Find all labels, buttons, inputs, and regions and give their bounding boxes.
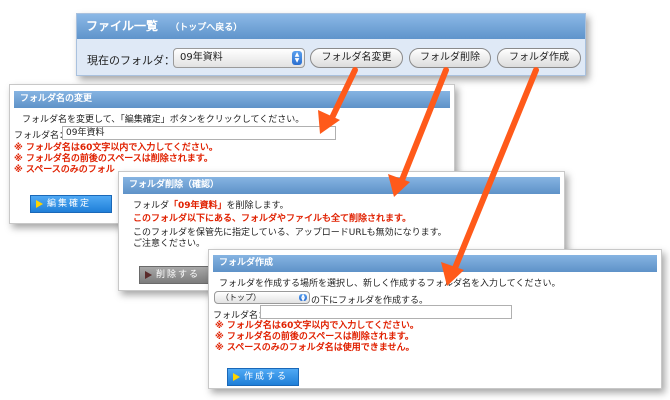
rename-title-bar: フォルダ名の変更 — [14, 91, 450, 108]
create-rules: ※ フォルダ名は60文字以内で入力してください。 ※ フォルダ名の前後のスペース… — [215, 321, 419, 354]
create-location-value: （トップ） — [221, 293, 261, 302]
select-stepper-icon: ▲ ▼ — [299, 294, 307, 303]
delete-line-prefix: フォルダ — [133, 201, 170, 211]
current-folder-label: 現在のフォルダ： — [87, 54, 175, 67]
create-title: フォルダ作成 — [219, 258, 274, 268]
current-folder-select[interactable]: 09年資料 ▲ ▼ — [173, 48, 305, 68]
create-title-bar: フォルダ作成 — [213, 255, 657, 272]
delete-execute-label: 削除する — [156, 270, 201, 280]
header-title-bar: ファイル一覧 （トップへ戻る） — [77, 14, 585, 39]
rename-instruction: フォルダ名を変更して、「編集確定」ボタンをクリックしてください。 — [22, 115, 305, 125]
create-folder-name-input[interactable] — [260, 305, 512, 319]
rename-folder-button[interactable]: フォルダ名変更 — [310, 48, 403, 68]
create-location-select[interactable]: （トップ） ▲ ▼ — [214, 291, 310, 304]
play-icon — [36, 200, 43, 208]
create-folder-button[interactable]: フォルダ作成 — [497, 48, 581, 68]
create-rule-3: ※ スペースのみのフォルダ名は使用できません。 — [215, 343, 415, 353]
rename-field-label: フォルダ名： — [14, 131, 69, 141]
create-execute-button[interactable]: 作成する — [227, 368, 299, 386]
rename-folder-name-input[interactable]: 09年資料 — [62, 126, 336, 140]
delete-folder-button[interactable]: フォルダ削除 — [409, 48, 491, 68]
create-execute-label: 作成する — [244, 372, 289, 382]
delete-line-suffix: を削除します。 — [226, 201, 289, 211]
delete-execute-button[interactable]: 削除する — [139, 266, 211, 284]
rename-title: フォルダ名の変更 — [20, 94, 93, 104]
create-rule-2: ※ フォルダ名の前後のスペースは削除されます。 — [215, 332, 414, 342]
page-title: ファイル一覧 — [86, 19, 159, 33]
delete-title-bar: フォルダ削除（確認） — [123, 177, 560, 194]
rename-rule-2: ※ フォルダ名の前後のスペースは削除されます。 — [14, 154, 213, 164]
delete-title: フォルダ削除（確認） — [129, 180, 220, 190]
back-to-top-link[interactable]: （トップへ戻る） — [170, 23, 242, 33]
create-rule-1: ※ フォルダ名は60文字以内で入力してください。 — [215, 321, 419, 331]
delete-target-line: フォルダ「09年資料」を削除します。 — [133, 198, 289, 211]
create-panel: フォルダ作成 フォルダを作成する場所を選択し、新しく作成するフォルダ名を入力して… — [208, 249, 662, 389]
edit-confirm-label: 編集確定 — [47, 199, 92, 209]
play-icon — [233, 373, 240, 381]
select-stepper-icon: ▲ ▼ — [292, 51, 302, 65]
delete-target-folder: 「09年資料」 — [169, 201, 227, 211]
play-icon — [145, 271, 152, 279]
delete-warning: このフォルダ以下にある、フォルダやファイルも全て削除されます。 — [133, 214, 412, 224]
edit-confirm-button[interactable]: 編集確定 — [30, 195, 112, 213]
delete-note-2: ご注意ください。 — [133, 239, 206, 249]
create-instruction: フォルダを作成する場所を選択し、新しく作成するフォルダ名を入力してください。 — [219, 279, 561, 289]
current-folder-value: 09年資料 — [180, 52, 223, 63]
create-field-label: フォルダ名： — [213, 311, 268, 321]
header-panel: ファイル一覧 （トップへ戻る） 現在のフォルダ： 09年資料 ▲ ▼ フォルダ名変… — [76, 13, 586, 76]
rename-rule-1: ※ フォルダ名は60文字以内で入力してください。 — [14, 143, 218, 153]
